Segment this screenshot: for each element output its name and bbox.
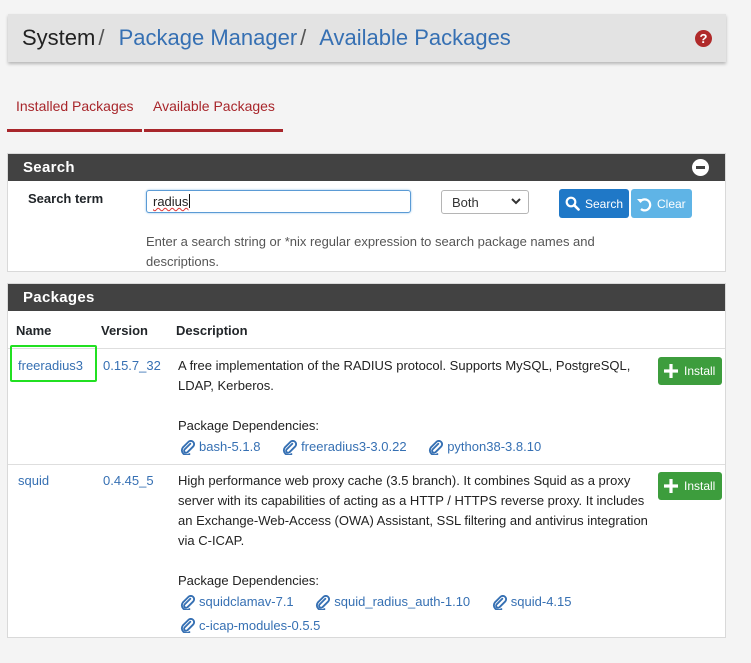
- package-name-link[interactable]: squid: [18, 471, 49, 491]
- package-description: High performance web proxy cache (3.5 br…: [178, 473, 648, 548]
- search-button[interactable]: Search: [559, 189, 629, 218]
- install-button[interactable]: Install: [658, 472, 722, 500]
- search-input-value: radius: [153, 194, 189, 209]
- dependency-label: squid_radius_auth-1.10: [334, 594, 471, 609]
- column-header-description: Description: [176, 323, 248, 338]
- install-button[interactable]: Install: [658, 357, 722, 385]
- packages-panel: Packages Name Version Description freera…: [7, 283, 726, 638]
- tab-installed-packages[interactable]: Installed Packages: [7, 91, 142, 132]
- dependency-link[interactable]: c-icap-modules-0.5.5: [180, 616, 320, 636]
- dependency-link[interactable]: squid_radius_auth-1.10: [315, 592, 470, 612]
- text-caret: [189, 194, 191, 208]
- install-button-label: Install: [684, 479, 716, 493]
- search-input[interactable]: radius: [146, 190, 411, 213]
- search-panel: Search Search term radius Both Search Cl…: [7, 153, 726, 272]
- search-help-text: Enter a search string or *nix regular ex…: [146, 234, 595, 269]
- dependency-label: python38-3.8.10: [447, 439, 542, 454]
- paperclip-icon: [315, 594, 331, 610]
- column-header-name: Name: [16, 323, 52, 338]
- dependency-link[interactable]: bash-5.1.8: [180, 437, 260, 457]
- dependency-link[interactable]: freeradius3-3.0.22: [282, 437, 407, 457]
- tab-bar: Installed Packages Available Packages: [7, 91, 283, 132]
- plus-icon: [663, 478, 679, 494]
- search-term-label: Search term: [28, 191, 104, 206]
- plus-icon: [663, 363, 679, 379]
- chevron-down-icon: [510, 194, 522, 211]
- paperclip-icon: [428, 439, 444, 455]
- tab-available-packages[interactable]: Available Packages: [144, 91, 283, 132]
- package-version-link[interactable]: 0.4.45_5: [103, 471, 154, 491]
- search-button-label: Search: [585, 196, 624, 211]
- dependency-label: bash-5.1.8: [199, 439, 261, 454]
- search-scope-select[interactable]: Both: [441, 190, 529, 214]
- packages-panel-title: Packages: [23, 289, 95, 306]
- install-button-label: Install: [684, 364, 716, 378]
- column-header-version: Version: [101, 323, 148, 338]
- help-icon[interactable]: ?: [695, 30, 712, 47]
- undo-icon: [636, 196, 652, 212]
- dependency-link[interactable]: squid-4.15: [492, 592, 572, 612]
- dependency-link[interactable]: squidclamav-7.1: [180, 592, 294, 612]
- search-icon: [565, 196, 580, 211]
- dependency-label: squid-4.15: [510, 594, 572, 609]
- packages-panel-heading: Packages: [8, 284, 725, 311]
- clear-button-label: Clear: [657, 196, 686, 211]
- page-header: System / Package Manager / Available Packa…: [8, 14, 726, 62]
- collapse-icon[interactable]: [692, 159, 709, 176]
- package-name-link[interactable]: freeradius3: [18, 356, 83, 376]
- dependency-label: squidclamav-7.1: [199, 594, 294, 609]
- dependency-list: bash-5.1.8 freeradius3-3.0.22 python38-3…: [180, 437, 660, 461]
- paperclip-icon: [180, 439, 195, 455]
- breadcrumb-system: System: [22, 25, 96, 50]
- paperclip-icon: [492, 594, 507, 610]
- paperclip-icon: [180, 594, 195, 610]
- clear-button[interactable]: Clear: [631, 189, 692, 218]
- package-dependencies-label: Package Dependencies:: [178, 573, 319, 588]
- breadcrumb-package-manager[interactable]: Package Manager: [119, 25, 298, 50]
- search-scope-value: Both: [452, 195, 479, 210]
- dependency-label: freeradius3-3.0.22: [301, 439, 407, 454]
- row-divider: [8, 464, 725, 465]
- breadcrumb-separator: /: [98, 25, 105, 50]
- paperclip-icon: [180, 618, 195, 633]
- paperclip-icon: [282, 439, 298, 455]
- dependency-list: squidclamav-7.1 squid_radius_auth-1.10 s…: [180, 592, 650, 639]
- package-version-link[interactable]: 0.15.7_32: [103, 356, 161, 376]
- search-panel-heading: Search: [8, 154, 725, 181]
- package-dependencies-label: Package Dependencies:: [178, 418, 319, 433]
- header-divider: [8, 348, 725, 349]
- dependency-link[interactable]: python38-3.8.10: [428, 437, 541, 457]
- breadcrumb-available-packages[interactable]: Available Packages: [319, 25, 511, 50]
- breadcrumb: System / Package Manager / Available Packa…: [8, 25, 511, 51]
- package-description: A free implementation of the RADIUS prot…: [178, 358, 631, 393]
- dependency-label: c-icap-modules-0.5.5: [199, 617, 321, 633]
- breadcrumb-separator: /: [300, 25, 307, 50]
- search-panel-title: Search: [23, 159, 75, 176]
